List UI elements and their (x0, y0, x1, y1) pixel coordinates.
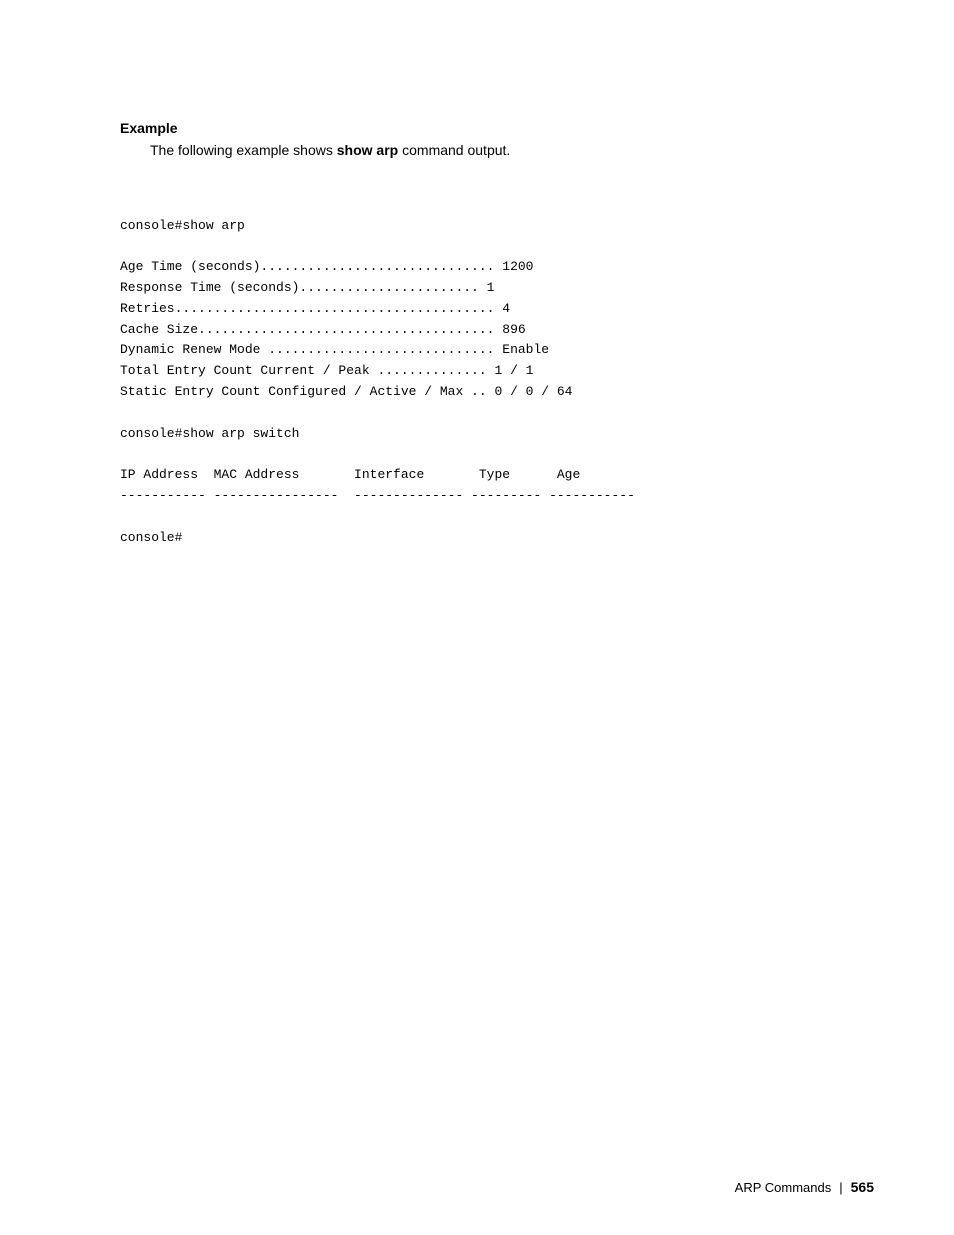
code-line (120, 403, 874, 424)
code-line: console#show arp (120, 216, 874, 237)
code-line: Retries.................................… (120, 299, 874, 320)
code-line: Cache Size..............................… (120, 320, 874, 341)
code-line: console# (120, 528, 874, 549)
code-line: Dynamic Renew Mode .....................… (120, 340, 874, 361)
code-line: Static Entry Count Configured / Active /… (120, 382, 874, 403)
footer-divider: | (839, 1180, 842, 1195)
code-line (120, 507, 874, 528)
example-heading: Example (120, 120, 874, 136)
footer-label: ARP Commands (735, 1180, 832, 1195)
description-suffix: command output. (398, 142, 510, 158)
page-footer: ARP Commands | 565 (735, 1179, 874, 1195)
example-section: Example The following example shows show… (120, 120, 874, 548)
code-line: IP Address MAC Address Interface Type Ag… (120, 465, 874, 486)
description-prefix: The following example shows (150, 142, 337, 158)
code-line: Age Time (seconds)......................… (120, 257, 874, 278)
code-line: console#show arp switch (120, 424, 874, 445)
example-description: The following example shows show arp com… (120, 142, 874, 158)
code-line: Response Time (seconds).................… (120, 278, 874, 299)
code-line (120, 236, 874, 257)
code-line (120, 444, 874, 465)
code-line: ----------- ---------------- -----------… (120, 486, 874, 507)
description-bold: show arp (337, 142, 398, 158)
page-container: Example The following example shows show… (0, 0, 954, 1235)
code-block: console#show arp Age Time (seconds).....… (120, 174, 874, 548)
code-line: Total Entry Count Current / Peak .......… (120, 361, 874, 382)
footer-page: 565 (851, 1179, 874, 1195)
